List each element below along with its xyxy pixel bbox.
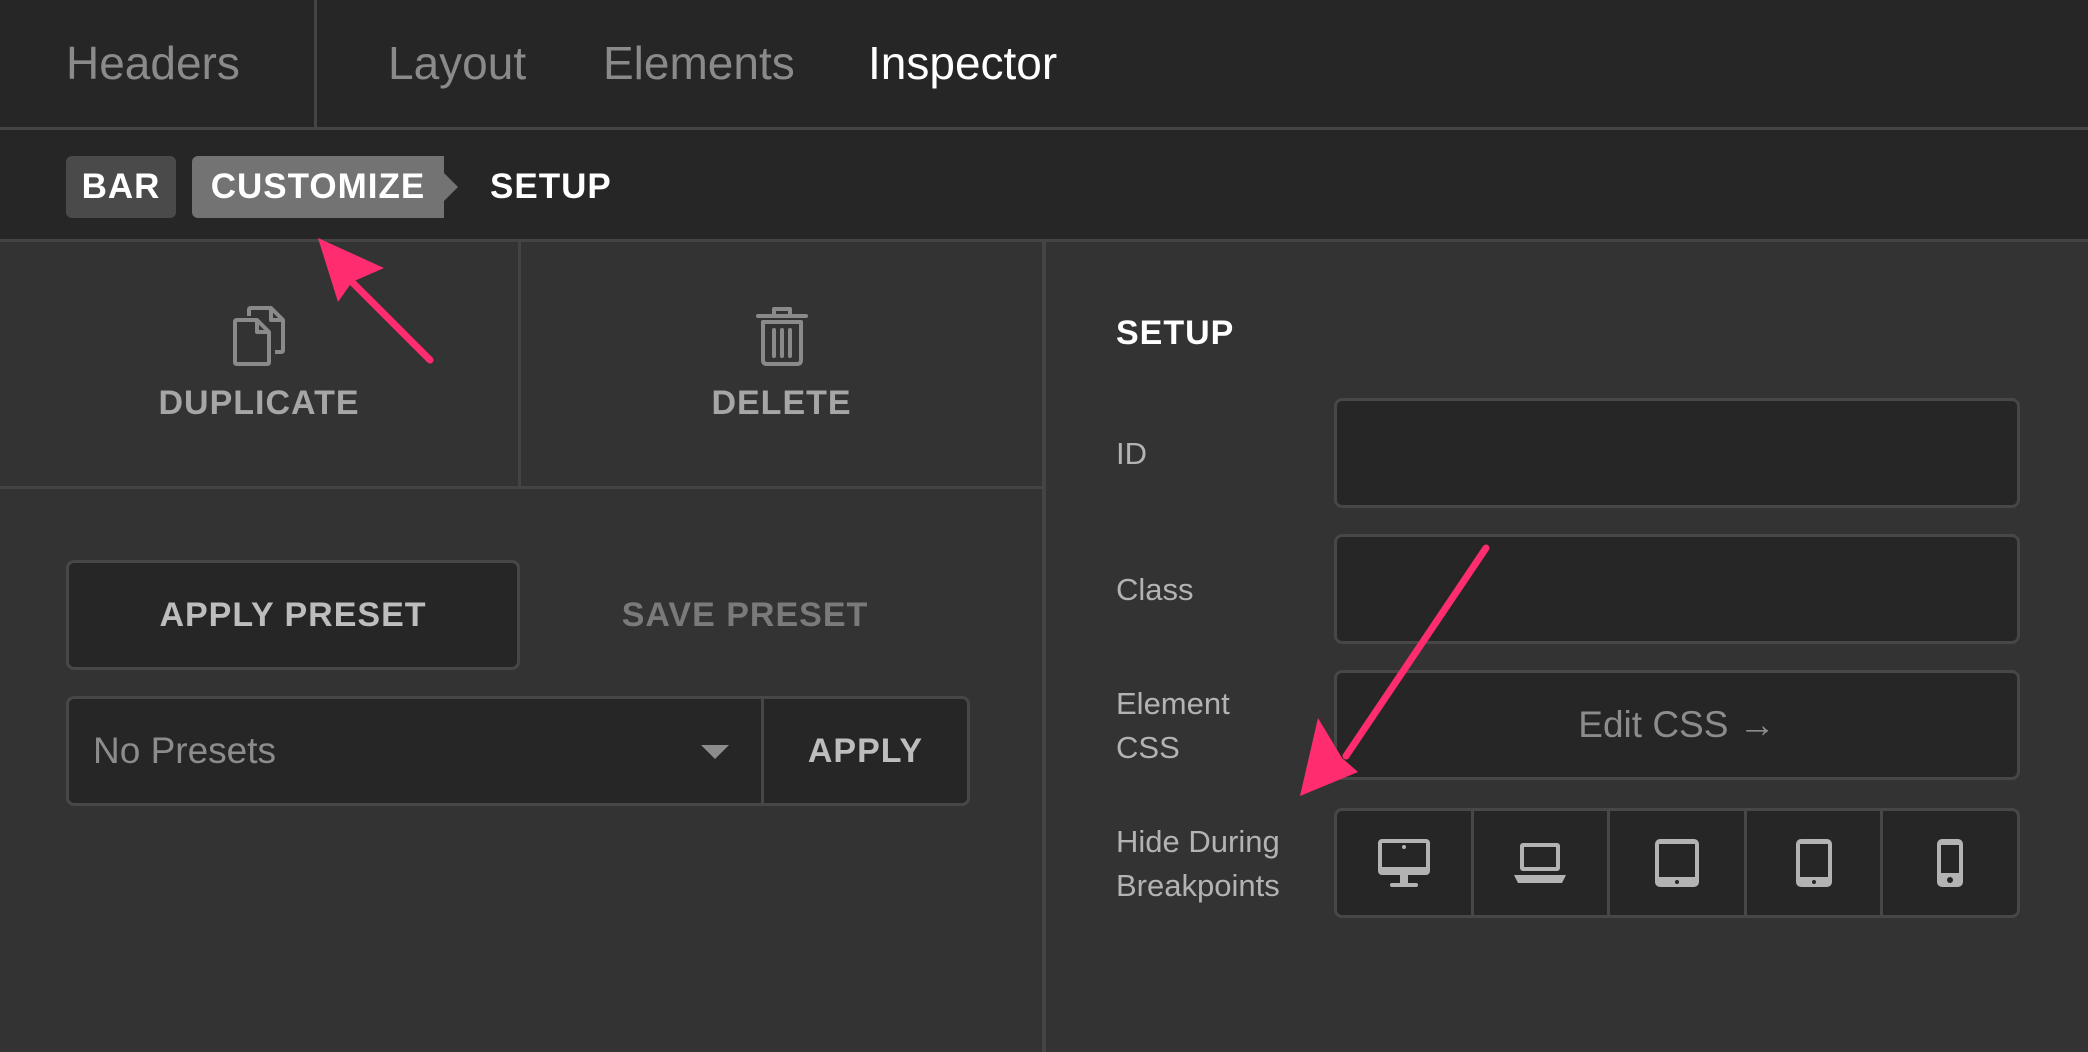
class-input[interactable] — [1334, 534, 2020, 644]
breakpoint-desktop-toggle[interactable] — [1337, 811, 1471, 915]
breakpoint-tablet-landscape-toggle[interactable] — [1607, 811, 1744, 915]
tab-layout[interactable]: Layout — [388, 0, 526, 127]
element-css-label-line1: Element — [1116, 686, 1230, 721]
section-title: SETUP — [1116, 314, 1235, 352]
edit-css-button[interactable]: Edit CSS → — [1334, 670, 2020, 780]
hide-breakpoints-label: Hide During Breakpoints — [1116, 820, 1280, 908]
breadcrumb-customize[interactable]: CUSTOMIZE — [192, 156, 458, 218]
tab-divider — [314, 0, 317, 127]
tab-headers[interactable]: Headers — [66, 0, 240, 127]
delete-button[interactable]: DELETE — [521, 242, 1042, 486]
top-tab-bar: Headers Layout Elements Inspector — [0, 0, 2088, 130]
desktop-icon — [1377, 839, 1430, 887]
breadcrumb: BAR CUSTOMIZE SETUP — [0, 130, 2088, 242]
id-label: ID — [1116, 436, 1147, 471]
element-css-label-line2: CSS — [1116, 730, 1180, 765]
id-input[interactable] — [1334, 398, 2020, 508]
element-css-label: Element CSS — [1116, 682, 1230, 770]
setup-panel: SETUP ID Class Element CSS Edit CSS → Hi… — [1046, 242, 2088, 1052]
hide-breakpoints-label-line1: Hide During — [1116, 824, 1280, 859]
breakpoint-tablet-portrait-toggle[interactable] — [1743, 811, 1881, 915]
section-divider — [0, 486, 1042, 489]
preset-select[interactable]: No Presets — [69, 699, 761, 803]
breakpoint-phone-toggle[interactable] — [1880, 811, 2017, 915]
breadcrumb-bar[interactable]: BAR — [66, 156, 176, 218]
tab-elements[interactable]: Elements — [603, 0, 795, 127]
apply-preset-tab[interactable]: APPLY PRESET — [66, 560, 520, 670]
trash-icon — [755, 306, 808, 366]
apply-button[interactable]: APPLY — [764, 699, 967, 803]
app-window: Headers Layout Elements Inspector BAR CU… — [0, 0, 2088, 1052]
breakpoint-toggle-group — [1334, 808, 2020, 918]
breakpoint-laptop-toggle[interactable] — [1470, 811, 1608, 915]
duplicate-label: DUPLICATE — [158, 383, 360, 422]
phone-icon — [1937, 839, 1964, 887]
duplicate-icon — [233, 305, 285, 366]
left-panel: DUPLICATE DELETE APPLY PRESET SAVE PRESE… — [0, 242, 1042, 1052]
tab-inspector[interactable]: Inspector — [868, 0, 1057, 127]
duplicate-button[interactable]: DUPLICATE — [0, 242, 518, 486]
tablet-portrait-icon — [1795, 839, 1832, 887]
save-preset-tab[interactable]: SAVE PRESET — [520, 560, 970, 670]
laptop-icon — [1514, 843, 1567, 883]
hide-breakpoints-label-line2: Breakpoints — [1116, 868, 1280, 903]
chevron-down-icon — [701, 745, 729, 759]
preset-select-value: No Presets — [93, 730, 277, 771]
delete-label: DELETE — [711, 383, 852, 422]
class-label: Class — [1116, 572, 1194, 607]
tablet-landscape-icon — [1654, 839, 1699, 887]
preset-controls: No Presets APPLY — [66, 696, 970, 806]
breadcrumb-setup: SETUP — [490, 167, 612, 206]
